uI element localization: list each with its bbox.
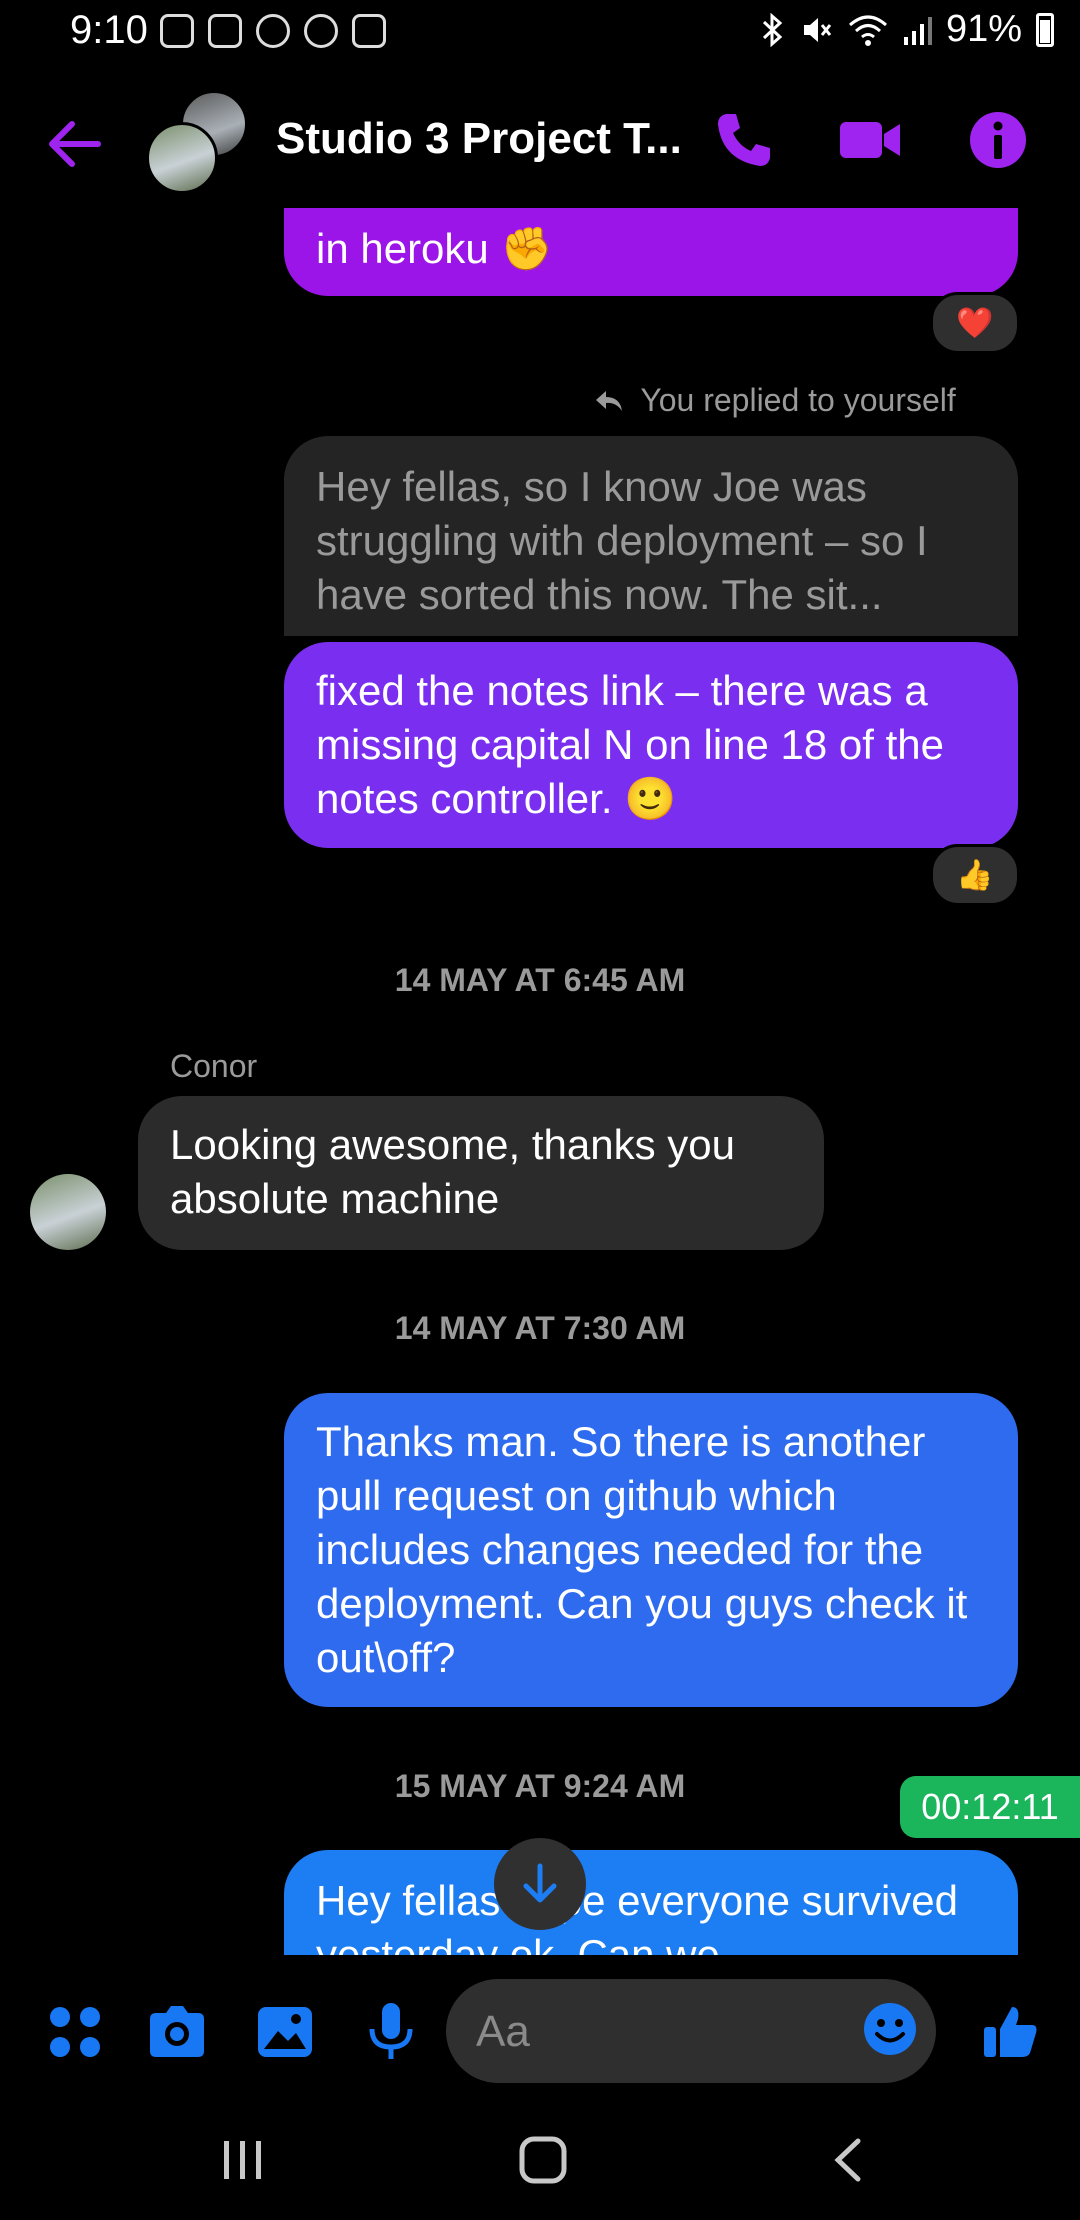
- sender-name: Conor: [170, 1048, 258, 1084]
- group-avatar[interactable]: [146, 90, 248, 194]
- message-bubble-outgoing[interactable]: Thanks man. So there is another pull req…: [284, 1393, 1018, 1707]
- battery-icon: [1036, 12, 1054, 47]
- heart-reaction-icon: ❤️: [956, 306, 994, 340]
- recent-apps-icon[interactable]: [220, 2135, 266, 2185]
- message-text: Thanks man. So there is another pull req…: [316, 1418, 968, 1681]
- scroll-to-bottom-button[interactable]: [494, 1838, 586, 1930]
- microphone-icon[interactable]: [360, 2001, 422, 2063]
- message-composer: Aa: [0, 1955, 1080, 2105]
- reply-indicator-text: You replied to yourself: [640, 382, 956, 418]
- info-icon[interactable]: [966, 108, 1030, 172]
- gallery-icon[interactable]: [254, 2001, 316, 2063]
- message-bubble-outgoing[interactable]: Hey fellas hope everyone survived yester…: [284, 1850, 1018, 1956]
- back-nav-icon[interactable]: [828, 2135, 868, 2185]
- app-notification-icon: [160, 14, 194, 48]
- battery-percent: 91%: [945, 8, 1022, 50]
- message-bubble-incoming[interactable]: Looking awesome, thanks you absolute mac…: [138, 1096, 824, 1250]
- quoted-text: Hey fellas, so I know Joe was struggling…: [316, 463, 928, 618]
- message-text: fixed the notes link – there was a missi…: [316, 667, 945, 822]
- message-text: Hey fellas hope everyone survived yester…: [316, 1877, 959, 1956]
- phone-call-icon[interactable]: [712, 108, 776, 172]
- status-time: 9:10: [70, 8, 148, 52]
- arrow-down-icon: [523, 1863, 557, 1903]
- like-thumbs-up-icon[interactable]: [980, 2001, 1040, 2063]
- reaction-badge[interactable]: 👍: [930, 844, 1020, 906]
- quoted-message[interactable]: Hey fellas, so I know Joe was struggling…: [284, 436, 1018, 636]
- status-bar: 9:10 91%: [0, 0, 1080, 66]
- message-input-placeholder: Aa: [476, 2007, 530, 2056]
- camera-icon[interactable]: [146, 2001, 208, 2063]
- system-navigation-bar: [0, 2105, 1080, 2220]
- message-text: in heroku ✊: [316, 225, 553, 272]
- reply-arrow-icon: [596, 391, 622, 411]
- video-call-icon[interactable]: [836, 108, 906, 172]
- conversation-title[interactable]: Studio 3 Project T...: [276, 114, 682, 164]
- message-text: Looking awesome, thanks you absolute mac…: [170, 1121, 736, 1222]
- back-arrow-icon[interactable]: [44, 116, 104, 172]
- wifi-icon: [848, 15, 887, 46]
- date-separator: 14 MAY AT 6:45 AM: [394, 962, 686, 998]
- sender-avatar[interactable]: [30, 1174, 106, 1250]
- reply-indicator: You replied to yourself: [594, 382, 956, 419]
- timer-badge: 00:12:11: [900, 1776, 1080, 1838]
- messenger-notification-icon: [304, 14, 338, 48]
- bluetooth-icon: [762, 12, 783, 47]
- status-right: 91%: [760, 8, 1054, 51]
- notification-icons: [160, 14, 386, 48]
- avatar: [146, 122, 218, 194]
- more-actions-icon[interactable]: [44, 2001, 106, 2063]
- reaction-badge[interactable]: ❤️: [930, 292, 1020, 354]
- home-icon[interactable]: [518, 2135, 568, 2185]
- thumbs-up-reaction-icon: 👍: [956, 858, 994, 892]
- app-notification-icon: [352, 14, 386, 48]
- conversation-header: Studio 3 Project T...: [0, 76, 1080, 206]
- app-notification-icon: [208, 14, 242, 48]
- message-input[interactable]: Aa: [446, 1979, 936, 2083]
- emoji-icon[interactable]: [862, 2001, 918, 2057]
- message-bubble-outgoing[interactable]: in heroku ✊: [284, 208, 1018, 296]
- message-bubble-outgoing[interactable]: fixed the notes link – there was a missi…: [284, 642, 1018, 848]
- mute-icon: [803, 17, 832, 42]
- messenger-notification-icon: [256, 14, 290, 48]
- date-separator: 14 MAY AT 7:30 AM: [394, 1310, 686, 1346]
- signal-icon: [903, 16, 932, 45]
